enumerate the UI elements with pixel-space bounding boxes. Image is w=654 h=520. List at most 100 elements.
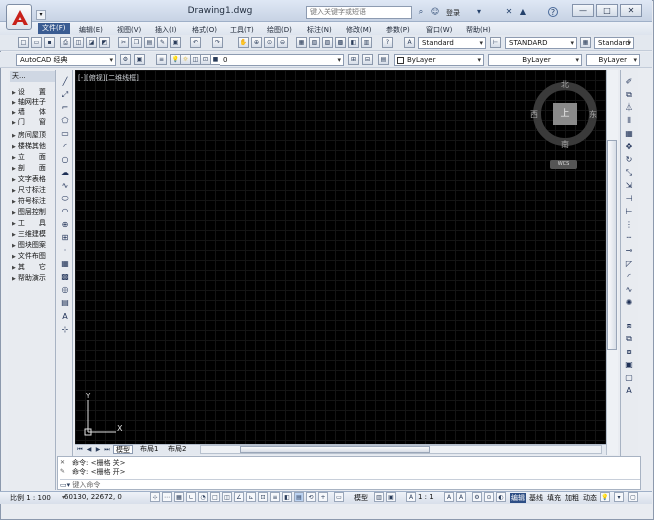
last-tab-icon[interactable]: ⏭ <box>103 445 111 454</box>
rotate-icon[interactable]: ↻ <box>623 154 635 165</box>
menu-edit[interactable]: 编辑(E) <box>79 25 103 35</box>
table-style-icon[interactable]: ▦ <box>580 37 591 48</box>
lp-item[interactable]: ▶ 图层控制 <box>12 207 56 217</box>
polar-icon[interactable]: ◔ <box>198 492 208 502</box>
annotation-scale-icon[interactable]: A <box>406 492 416 502</box>
quick-access-dropdown[interactable]: ▾ <box>36 10 46 20</box>
undo-icon[interactable]: ↶ <box>190 37 201 48</box>
workspace-select[interactable]: AutoCAD 经典 <box>16 54 116 66</box>
design-center-icon[interactable]: ▧ <box>309 37 320 48</box>
command-input[interactable]: ▭▾ 键入命令 <box>60 479 640 489</box>
quickcalc-icon[interactable]: ▥ <box>361 37 372 48</box>
zoom-previous-icon[interactable]: ⊖ <box>277 37 288 48</box>
lp-item[interactable]: ▶ 其 它 <box>12 262 56 272</box>
lp-item[interactable]: ▶ 墙 体 <box>12 107 56 117</box>
lp-item[interactable]: ▶ 符号标注 <box>12 196 56 206</box>
layer-manager-icon[interactable]: ≡ <box>156 54 167 65</box>
dropdown-icon[interactable]: ▾ <box>474 7 484 17</box>
user-icon[interactable]: ☺ <box>430 7 440 17</box>
add-selected-icon[interactable]: ⊹ <box>59 324 71 335</box>
horizontal-scroll-thumb[interactable] <box>240 446 430 453</box>
menu-window[interactable]: 窗口(W) <box>426 25 452 35</box>
lp-item[interactable]: ▶ 帮助演示 <box>12 273 56 283</box>
ellipse-icon[interactable]: ⬭ <box>59 193 71 204</box>
snap-mode-icon[interactable]: ⋯ <box>162 492 172 502</box>
circle-icon[interactable]: ○ <box>59 154 71 165</box>
workspace-settings-icon[interactable]: ⚙ <box>120 54 131 65</box>
lp-item[interactable]: ▶ 剖 面 <box>12 163 56 173</box>
wcs-menu[interactable]: WCS <box>550 160 577 169</box>
color-select[interactable]: ByLayer <box>394 54 484 66</box>
block-editor-icon[interactable]: ▣ <box>170 37 181 48</box>
arc-icon[interactable]: ◜ <box>59 141 71 152</box>
move-icon[interactable]: ✥ <box>623 141 635 152</box>
offset-icon[interactable]: ⫴ <box>623 115 635 126</box>
zoom-realtime-icon[interactable]: ⊕ <box>251 37 262 48</box>
application-menu-button[interactable] <box>6 4 32 30</box>
command-settings-icon[interactable]: ✎ <box>60 468 65 475</box>
gradient-icon[interactable]: ▩ <box>59 271 71 282</box>
status-fill-button[interactable]: 填充 <box>547 493 561 503</box>
sheet-set-icon[interactable]: ▩ <box>335 37 346 48</box>
scale-icon[interactable]: ⤡ <box>623 167 635 178</box>
lp-item[interactable]: ▶ 文字表格 <box>12 174 56 184</box>
exchange-icon[interactable]: ✕ <box>504 7 514 17</box>
help-icon[interactable]: ? <box>548 7 558 17</box>
3d-snap-icon[interactable]: ◫ <box>222 492 232 502</box>
open-icon[interactable]: ▭ <box>31 37 42 48</box>
mtext-icon[interactable]: A <box>59 311 71 322</box>
erase-icon[interactable]: ✐ <box>623 76 635 87</box>
status-baseline-button[interactable]: 基线 <box>529 493 543 503</box>
menu-view[interactable]: 视图(V) <box>117 25 141 35</box>
layer-previous-icon[interactable]: ⊟ <box>362 54 373 65</box>
lp-item[interactable]: ▶ 图块图案 <box>12 240 56 250</box>
quick-properties-icon[interactable]: ▤ <box>294 492 304 502</box>
close-button[interactable]: ✕ <box>620 4 642 17</box>
ellipse-arc-icon[interactable]: ◠ <box>59 206 71 217</box>
lock-ui-icon[interactable]: ⊙ <box>484 492 494 502</box>
markup-icon[interactable]: ◧ <box>348 37 359 48</box>
lp-item[interactable]: ▶ 文件布图 <box>12 251 56 261</box>
lp-item[interactable]: ▶ 三维建模 <box>12 229 56 239</box>
menu-tools[interactable]: 工具(T) <box>230 25 254 35</box>
workspace-save-icon[interactable]: ▣ <box>134 54 145 65</box>
ortho-icon[interactable]: ∟ <box>186 492 196 502</box>
annotation-scale-label[interactable]: 比例 1 : 100 <box>10 493 51 503</box>
lp-item[interactable]: ▶ 门 窗 <box>12 117 56 127</box>
zoom-window-icon[interactable]: ⊙ <box>264 37 275 48</box>
properties-icon[interactable]: ▦ <box>296 37 307 48</box>
break-point-icon[interactable]: ⋮ <box>623 219 635 230</box>
table-style-select[interactable]: Standard <box>594 37 634 49</box>
fillet-icon[interactable]: ◜ <box>623 271 635 282</box>
tab-layout2[interactable]: 布局2 <box>166 445 188 454</box>
trim-icon[interactable]: ⊣ <box>623 193 635 204</box>
send-under-icon[interactable]: ▢ <box>623 372 635 383</box>
lp-item[interactable]: ▶ 楼梯其他 <box>12 141 56 151</box>
linetype-select[interactable]: ByLayer <box>488 54 582 66</box>
model-button[interactable]: 模型 <box>354 493 368 503</box>
send-back-icon[interactable]: ⧇ <box>623 346 635 357</box>
otrack-icon[interactable]: ∠ <box>234 492 244 502</box>
grid-display-icon[interactable]: ▦ <box>174 492 184 502</box>
print-icon[interactable]: ⎙ <box>60 37 71 48</box>
rectangle-icon[interactable]: ▭ <box>59 128 71 139</box>
object-snap-icon[interactable]: □ <box>210 492 220 502</box>
region-icon[interactable]: ◎ <box>59 284 71 295</box>
minimize-button[interactable]: — <box>572 4 594 17</box>
text-style-icon[interactable]: A <box>404 37 415 48</box>
bring-above-icon[interactable]: ▣ <box>623 359 635 370</box>
cut-icon[interactable]: ✂ <box>118 37 129 48</box>
array-icon[interactable]: ▦ <box>623 128 635 139</box>
publish-icon[interactable]: ◪ <box>86 37 97 48</box>
menu-dimension[interactable]: 标注(N) <box>307 25 332 35</box>
lp-item[interactable]: ▶ 轴网柱子 <box>12 97 56 107</box>
annotation-visibility-icon[interactable]: A <box>444 492 454 502</box>
menu-modify[interactable]: 修改(M) <box>346 25 372 35</box>
make-current-layer-icon[interactable]: ⊞ <box>348 54 359 65</box>
break-icon[interactable]: ╌ <box>623 232 635 243</box>
construction-line-icon[interactable]: ⤢ <box>59 89 71 100</box>
layer-select[interactable]: 0 <box>220 54 344 66</box>
tab-model[interactable]: 模型 <box>113 445 133 454</box>
table-icon[interactable]: ▤ <box>59 297 71 308</box>
help-toolbar-icon[interactable]: ? <box>382 37 393 48</box>
